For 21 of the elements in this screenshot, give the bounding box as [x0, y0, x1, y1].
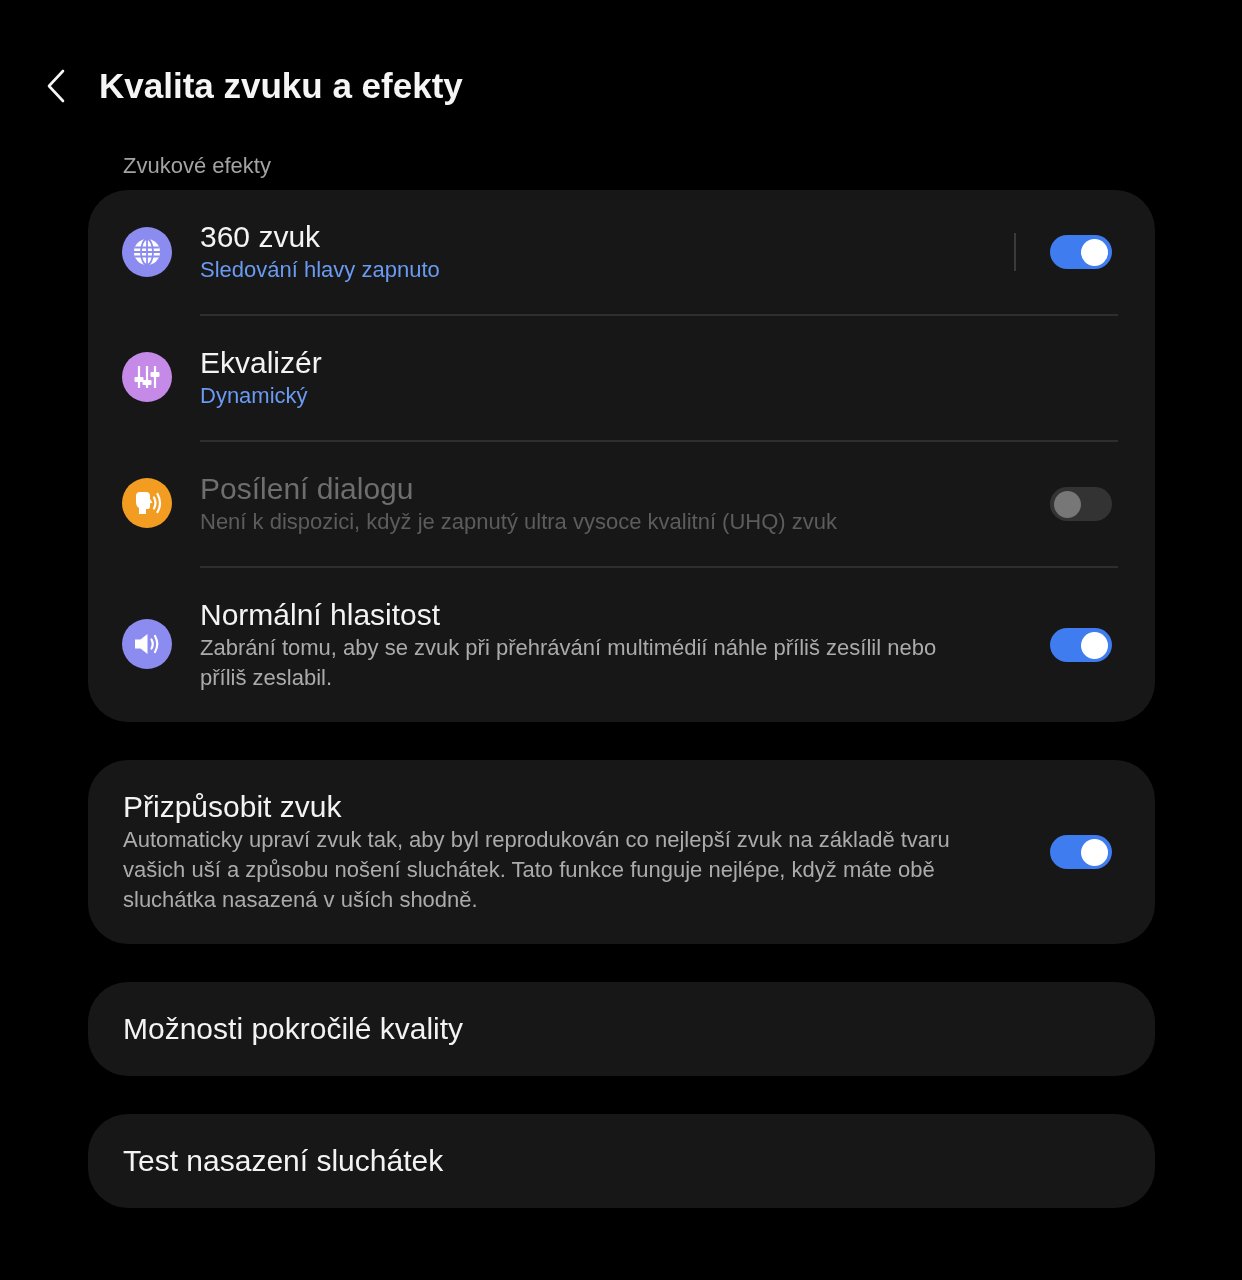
page-title: Kvalita zvuku a efekty	[99, 65, 463, 107]
speaking-head-icon	[122, 478, 172, 528]
back-chevron-icon	[46, 69, 66, 103]
item-description: Není k dispozici, když je zapnutý ultra vysoce kvalitní (UHQ) zvuk	[200, 508, 837, 536]
item-title[interactable]: 360 zvuk	[200, 219, 321, 255]
item-value: Sledování hlavy zapnuto	[200, 256, 440, 284]
toggle-switch[interactable]	[1050, 235, 1112, 269]
globe-icon	[122, 227, 172, 277]
item-description: Zabrání tomu, aby se zvuk při přehrávání multimédií náhle příliš zesílil nebo příliš zeslabil.	[200, 634, 938, 692]
item-title[interactable]: Ekvalizér	[200, 345, 322, 381]
section-label: Zvukové efekty	[123, 152, 271, 180]
equalizer-icon	[122, 352, 172, 402]
toggle-switch[interactable]	[1050, 835, 1112, 869]
item-description: Automaticky upraví zvuk tak, aby byl reprodukován co nejlepší zvuk na základě tvaru vašich uší a způsobu nošení sluchátek. Tato funkce funguje nejlépe, když máte obě sluchátka nasazená v uších shodně.	[123, 826, 951, 914]
item-title[interactable]: Test nasazení sluchátek	[123, 1143, 444, 1179]
toggle-switch[interactable]	[1050, 628, 1112, 662]
item-title[interactable]: Normální hlasitost	[200, 597, 441, 633]
speaker-icon	[122, 619, 172, 669]
item-title[interactable]: Možnosti pokročilé kvality	[123, 1011, 464, 1047]
item-value: Dynamický	[200, 382, 308, 410]
item-title[interactable]: Přizpůsobit zvuk	[123, 789, 342, 825]
